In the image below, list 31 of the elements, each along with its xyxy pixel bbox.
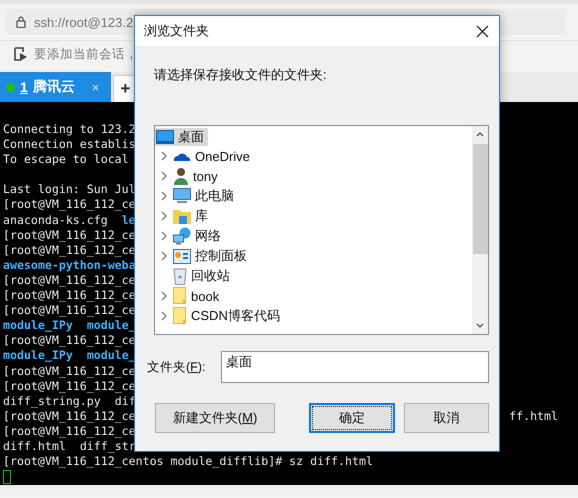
terminal-text: Connection establis xyxy=(3,137,136,152)
terminal-text: [root@VM_116_112_ce xyxy=(3,333,136,348)
terminal-text: Connecting to 123.2 xyxy=(3,122,136,138)
terminal-text: diff_str xyxy=(80,438,136,454)
terminal-text: [root@VM_116_112_ce xyxy=(3,272,136,288)
terminal-text: [root@VM_116_112_ce xyxy=(3,408,136,424)
terminal-text: module_IPy xyxy=(3,318,73,334)
prompt-text: 请选择保存接收文件的文件夹: xyxy=(154,66,328,84)
terminal-text: anaconda-ks.cfg xyxy=(3,212,108,228)
terminal-text: To escape to local xyxy=(3,152,129,168)
terminal-text: module_IPy xyxy=(3,348,73,364)
terminal-text: module_ xyxy=(86,348,136,364)
terminal-text: [root@VM_116_112_ce xyxy=(3,364,136,379)
toolbar-hint: 要添加当前会话， xyxy=(34,46,138,62)
terminal-text: [root@VM_116_112_ce xyxy=(3,424,136,439)
terminal-text: [root@VM_116_112_ce xyxy=(3,197,136,213)
terminal-text: diff_string.py xyxy=(3,394,101,409)
terminal-text: ff.html xyxy=(509,408,558,424)
terminal-text: [root@VM_116_112_ce xyxy=(3,288,136,304)
folder-label: 文件夹(F): xyxy=(147,358,206,376)
terminal-text: Last login: Sun Jul xyxy=(3,182,136,198)
terminal-text: awesome-python-weba xyxy=(3,258,136,273)
terminal-text: [root@VM_116_112_ce xyxy=(3,242,136,258)
terminal-text: [root@VM_116_112_ce xyxy=(3,228,136,243)
terminal-text: [root@VM_116_112_centos module_difflib]# sz diff.html xyxy=(3,454,373,470)
terminal-text: [root@VM_116_112_ce xyxy=(3,378,136,394)
dialog-title: 浏览文件夹 xyxy=(144,22,209,40)
terminal-text: diff.html xyxy=(3,438,66,454)
terminal-text: dif xyxy=(114,394,136,409)
terminal-text: module_ xyxy=(86,318,136,334)
terminal-text: [root@VM_116_112_ce xyxy=(3,303,136,318)
